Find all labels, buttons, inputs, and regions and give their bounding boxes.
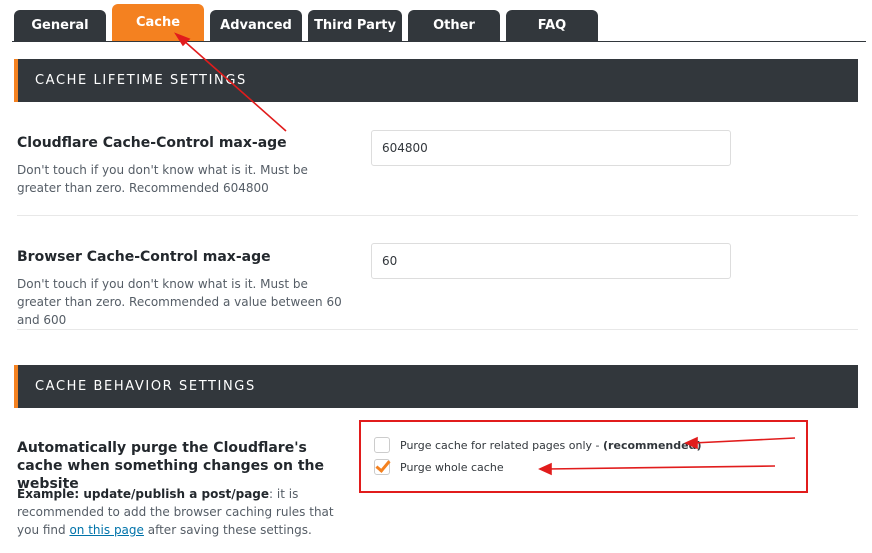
tab-cache-label: Cache	[135, 15, 181, 30]
tabs-divider	[12, 41, 866, 42]
tab-faq-label: FAQ	[537, 18, 567, 33]
cloudflare-max-age-label: Cloudflare Cache-Control max-age	[17, 135, 287, 151]
tab-advanced-label: Advanced	[220, 18, 292, 33]
browser-max-age-input[interactable]	[371, 243, 731, 279]
divider	[17, 215, 858, 216]
auto-purge-example-text-end: after saving these settings.	[143, 523, 312, 537]
auto-purge-example-bold: Example: update/publish a post/page	[17, 487, 270, 501]
tab-other-label: Other	[433, 18, 475, 33]
tab-third-party-label: Third Party	[314, 18, 396, 33]
tab-general[interactable]: General	[14, 10, 106, 41]
cache-behavior-title: CACHE BEHAVIOR SETTINGS	[35, 379, 256, 394]
tab-general-label: General	[31, 18, 89, 33]
settings-tabs: General Cache Advanced Third Party Other…	[0, 0, 872, 42]
browser-max-age-label: Browser Cache-Control max-age	[17, 249, 271, 265]
tab-faq[interactable]: FAQ	[506, 10, 598, 41]
tab-cache[interactable]: Cache	[112, 4, 204, 41]
divider	[17, 329, 858, 330]
cache-lifetime-header: CACHE LIFETIME SETTINGS	[14, 59, 858, 102]
on-this-page-link[interactable]: on this page	[69, 523, 143, 537]
cache-lifetime-title: CACHE LIFETIME SETTINGS	[35, 73, 247, 88]
cache-behavior-header: CACHE BEHAVIOR SETTINGS	[14, 365, 858, 408]
tab-advanced[interactable]: Advanced	[210, 10, 302, 41]
tab-third-party[interactable]: Third Party	[308, 10, 402, 41]
cloudflare-max-age-input[interactable]	[371, 130, 731, 166]
cloudflare-max-age-description: Don't touch if you don't know what is it…	[17, 163, 308, 195]
auto-purge-example: Example: update/publish a post/page: it …	[17, 485, 342, 539]
annotation-highlight-box	[359, 420, 808, 493]
tab-other[interactable]: Other	[408, 10, 500, 41]
browser-max-age-description: Don't touch if you don't know what is it…	[17, 277, 342, 327]
